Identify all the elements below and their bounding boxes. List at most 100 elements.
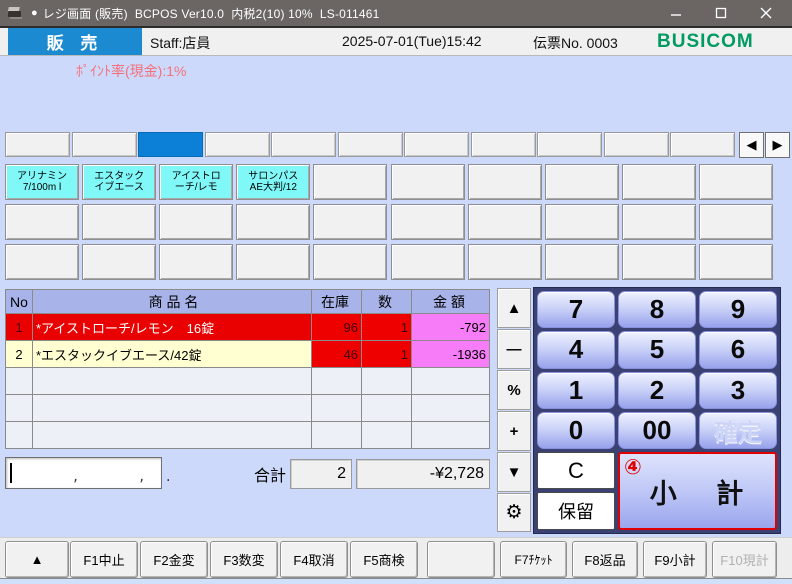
minimize-button[interactable] — [653, 0, 698, 26]
numpad-key-1[interactable]: 1 — [537, 372, 615, 409]
cell-empty — [33, 395, 312, 422]
f4-void-button[interactable]: F4取消 — [280, 541, 348, 578]
hold-button[interactable]: 保留 — [537, 492, 615, 530]
product-button-empty[interactable] — [5, 204, 79, 240]
product-tab-7[interactable] — [404, 132, 469, 157]
product-button-empty[interactable] — [622, 244, 696, 280]
product-button-empty[interactable] — [82, 204, 156, 240]
numpad-key-00[interactable]: 00 — [618, 412, 696, 449]
f7-ticket-button[interactable]: F7ﾁｹｯﾄ — [500, 541, 567, 578]
table-row-1[interactable]: 1*アイストローチ/レモン 16錠961-792 — [5, 314, 490, 341]
slip-number-label: 伝票No. 0003 — [533, 33, 618, 53]
product-tab-4[interactable] — [205, 132, 270, 157]
numpad-key-6[interactable]: 6 — [699, 331, 777, 368]
numpad-key-0[interactable]: 0 — [537, 412, 615, 449]
product-button-empty[interactable] — [236, 204, 310, 240]
product-button-1[interactable]: アリナミン 7/100m l — [5, 164, 79, 200]
product-button-empty[interactable] — [313, 204, 387, 240]
product-button-empty[interactable] — [391, 204, 465, 240]
cell-empty — [312, 422, 362, 449]
product-button-empty[interactable] — [468, 164, 542, 200]
staff-label: Staff:店員 — [150, 33, 210, 53]
product-tab-11[interactable] — [670, 132, 735, 157]
plus-button[interactable]: + — [497, 411, 531, 451]
scroll-up-button[interactable]: ▲ — [497, 288, 531, 328]
maximize-button[interactable] — [698, 0, 743, 26]
table-row-2[interactable]: 2*エスタックイブエース/42錠461-1936 — [5, 341, 490, 368]
minus-button[interactable]: — — [497, 329, 531, 369]
product-button-empty[interactable] — [391, 164, 465, 200]
table-body: 1*アイストローチ/レモン 16錠961-7922*エスタックイブエース/42錠… — [5, 314, 490, 449]
product-button-empty[interactable] — [468, 244, 542, 280]
step-badge-4: ④ — [624, 455, 642, 480]
settings-button[interactable]: ⚙ — [497, 493, 531, 532]
product-tab-2[interactable] — [72, 132, 137, 157]
cell-empty — [33, 422, 312, 449]
product-button-empty[interactable] — [699, 244, 773, 280]
product-button-empty[interactable] — [468, 204, 542, 240]
product-button-3[interactable]: アイストロ ーチ/レモ — [159, 164, 233, 200]
f9-subtotal-button[interactable]: F9小計 — [643, 541, 707, 578]
numpad-key-8[interactable]: 8 — [618, 291, 696, 328]
cell-qty: 1 — [362, 314, 412, 341]
product-button-2[interactable]: エスタック イブエース — [82, 164, 156, 200]
product-tab-9[interactable] — [537, 132, 602, 157]
col-header-stock: 在庫 — [312, 289, 362, 314]
cell-empty — [362, 395, 412, 422]
tab-scroll-left-button[interactable]: ◀ — [739, 132, 764, 158]
f2-price-change-button[interactable]: F2金変 — [140, 541, 208, 578]
scroll-down-button[interactable]: ▼ — [497, 452, 531, 492]
product-tab-3-active[interactable] — [138, 132, 203, 157]
product-button-empty[interactable] — [545, 204, 619, 240]
product-button-empty[interactable] — [622, 204, 696, 240]
record-indicator-icon: ● — [31, 7, 38, 19]
percent-button[interactable]: % — [497, 370, 531, 410]
scroll-up-fkey[interactable]: ▲ — [5, 541, 69, 578]
numpad-key-5[interactable]: 5 — [618, 331, 696, 368]
cell-empty — [312, 395, 362, 422]
product-tab-1[interactable] — [5, 132, 70, 157]
f6-empty-button[interactable] — [427, 541, 495, 578]
clear-button[interactable]: C — [537, 452, 615, 489]
product-button-empty[interactable] — [622, 164, 696, 200]
close-button[interactable] — [743, 0, 788, 26]
product-button-empty[interactable] — [699, 204, 773, 240]
product-button-empty[interactable] — [313, 244, 387, 280]
cell-empty — [412, 395, 490, 422]
col-header-amount: 金 額 — [412, 289, 490, 314]
numpad-key-2[interactable]: 2 — [618, 372, 696, 409]
text-cursor — [10, 463, 12, 483]
cell-empty — [33, 368, 312, 395]
product-tab-8[interactable] — [471, 132, 536, 157]
amount-entry-field[interactable]: , , . — [5, 457, 162, 489]
product-tab-6[interactable] — [338, 132, 403, 157]
confirm-button[interactable]: 確定 — [699, 412, 777, 449]
product-tab-10[interactable] — [604, 132, 669, 157]
f3-qty-change-button[interactable]: F3数変 — [210, 541, 278, 578]
product-button-empty[interactable] — [5, 244, 79, 280]
cell-stock: 46 — [312, 341, 362, 368]
product-button-empty[interactable] — [545, 244, 619, 280]
numpad-key-3[interactable]: 3 — [699, 372, 777, 409]
product-button-4[interactable]: サロンパス AE大判/12 — [236, 164, 310, 200]
product-tab-5[interactable] — [271, 132, 336, 157]
product-button-empty[interactable] — [699, 164, 773, 200]
f1-abort-button[interactable]: F1中止 — [70, 541, 138, 578]
product-button-empty[interactable] — [159, 244, 233, 280]
product-button-empty[interactable] — [82, 244, 156, 280]
close-icon — [760, 7, 772, 19]
product-button-empty[interactable] — [159, 204, 233, 240]
numpad-key-9[interactable]: 9 — [699, 291, 777, 328]
tab-scroll-right-button[interactable]: ▶ — [765, 132, 790, 158]
f5-item-lookup-button[interactable]: F5商検 — [350, 541, 418, 578]
product-button-empty[interactable] — [391, 244, 465, 280]
numpad-key-4[interactable]: 4 — [537, 331, 615, 368]
total-amount-value: -¥2,728 — [356, 459, 490, 489]
subtotal-button[interactable]: ④ 小 計 — [618, 452, 777, 530]
cell-empty — [312, 368, 362, 395]
product-button-empty[interactable] — [545, 164, 619, 200]
product-button-empty[interactable] — [236, 244, 310, 280]
f8-return-button[interactable]: F8返品 — [572, 541, 638, 578]
numpad-key-7[interactable]: 7 — [537, 291, 615, 328]
product-button-empty[interactable] — [313, 164, 387, 200]
